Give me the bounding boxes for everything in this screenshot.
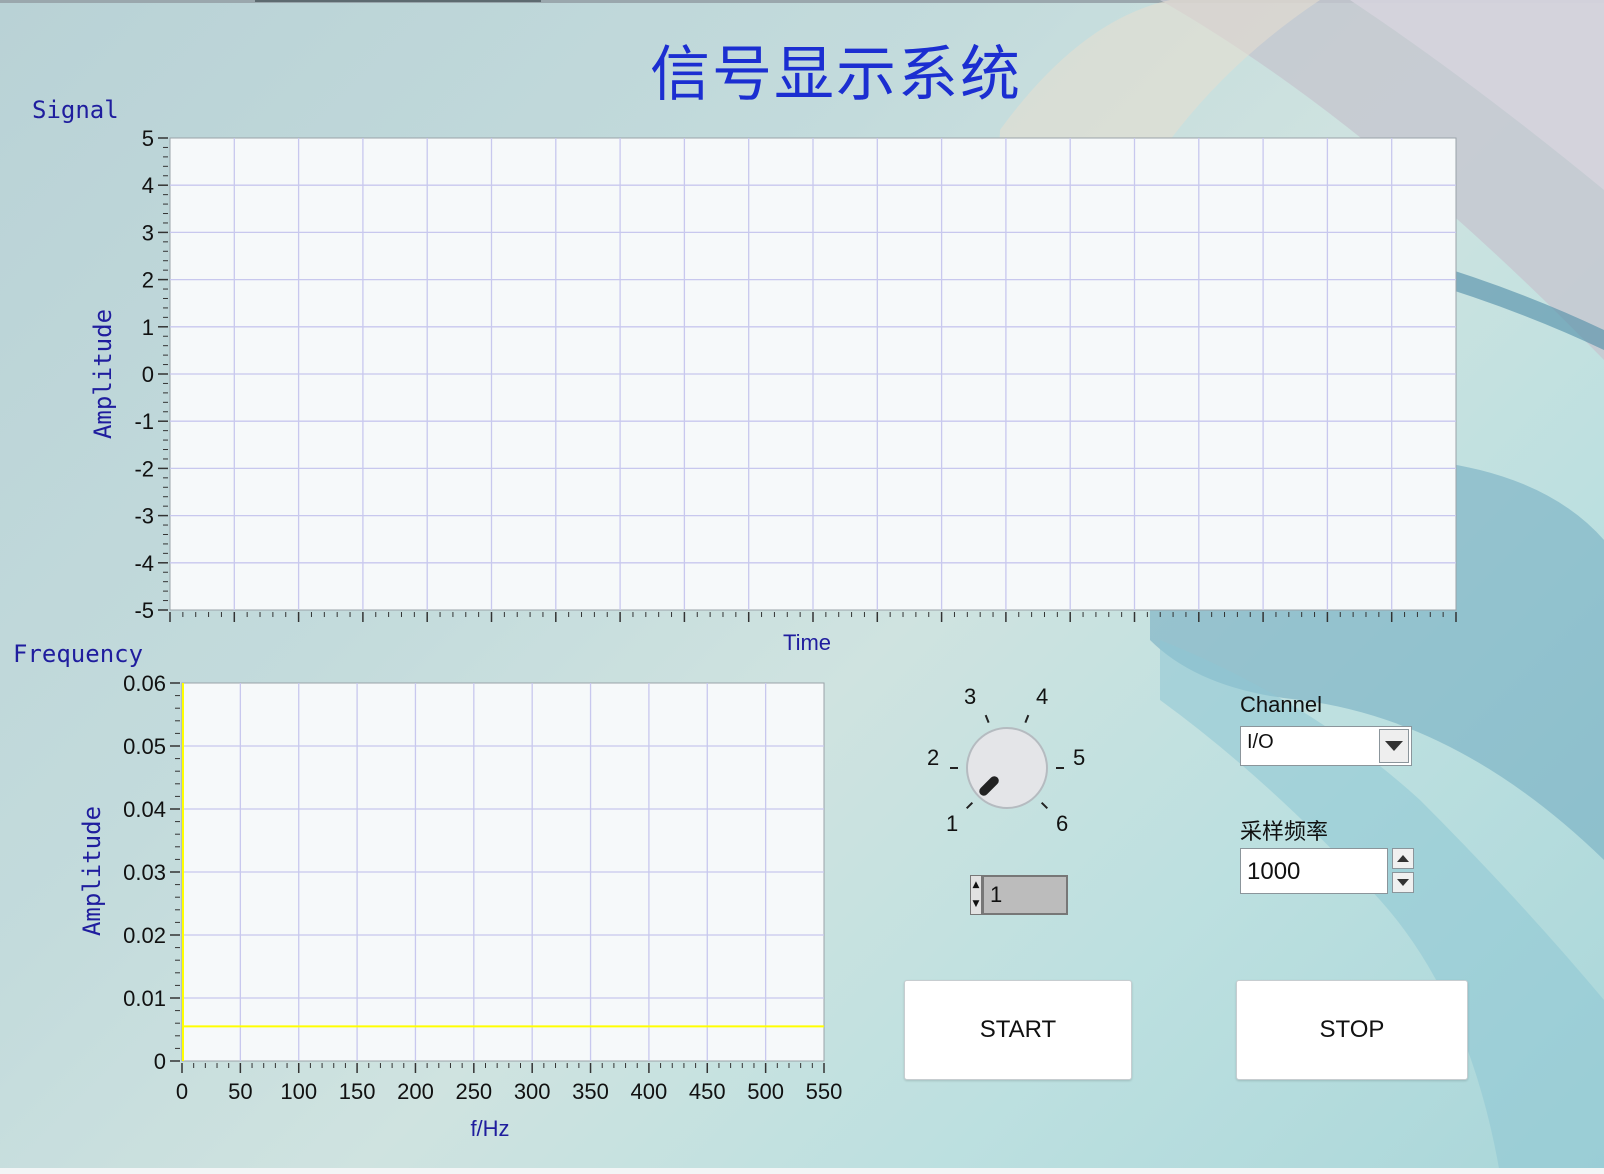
knob-label-6: 6 [1056, 811, 1069, 836]
frequency-x-tick-label: 50 [228, 1079, 252, 1104]
triangle-up-icon[interactable] [1392, 848, 1414, 869]
sample-rate-input[interactable]: 1000 [1240, 848, 1388, 894]
signal-y-tick-label: 1 [142, 315, 154, 340]
signal-y-tick-label: 4 [142, 173, 154, 198]
frequency-x-tick-label: 550 [806, 1079, 843, 1104]
signal-y-tick-label: -2 [134, 456, 154, 481]
signal-y-tick-label: -5 [134, 598, 154, 623]
frequency-y-axis-label: Amplitude [78, 806, 106, 936]
frequency-x-tick-label: 450 [689, 1079, 726, 1104]
signal-y-tick-label: -4 [134, 551, 154, 576]
knob-tick [984, 714, 990, 723]
frequency-x-tick-label: 400 [631, 1079, 668, 1104]
frequency-x-tick-label: 0 [176, 1079, 188, 1104]
stop-button[interactable]: STOP [1236, 980, 1468, 1080]
frequency-x-tick-label: 200 [397, 1079, 434, 1104]
frequency-y-tick-label: 0.01 [123, 986, 166, 1011]
knob-value-spinner[interactable]: ▲ ▼ [970, 875, 982, 915]
signal-y-axis-label: Amplitude [89, 309, 117, 439]
signal-y-tick-label: 5 [142, 126, 154, 151]
signal-graph: 5 4 3 2 1 0 -1 -2 -3 -4 -5 [134, 126, 1457, 623]
knob-label-1: 1 [946, 811, 959, 836]
knob-label-3: 3 [964, 684, 977, 709]
chevron-down-icon[interactable] [1379, 729, 1409, 763]
channel-knob[interactable] [950, 714, 1064, 810]
channel-value: I/O [1247, 731, 1274, 753]
signal-y-tick-label: -1 [134, 409, 154, 434]
frequency-y-tick-label: 0.02 [123, 923, 166, 948]
frequency-x-tick-label: 300 [514, 1079, 551, 1104]
knob-tick [1040, 801, 1049, 810]
frequency-y-tick-label: 0 [154, 1049, 166, 1074]
channel-select[interactable]: I/O [1240, 726, 1412, 766]
frequency-x-tick-label: 100 [280, 1079, 317, 1104]
frequency-y-tick-label: 0.05 [123, 734, 166, 759]
knob-value-display[interactable]: 1 [982, 875, 1068, 915]
knob-tick [965, 801, 974, 810]
frequency-graph: 0 50 100 150 200 250 300 350 400 450 500 550 0.06 0.0… [123, 671, 842, 1104]
knob-dial[interactable] [966, 727, 1048, 809]
start-button[interactable]: START [904, 980, 1132, 1080]
knob-label-4: 4 [1036, 684, 1049, 709]
frequency-y-tick-label: 0.03 [123, 860, 166, 885]
knob-label-5: 5 [1073, 745, 1086, 770]
frequency-x-tick-label: 150 [339, 1079, 376, 1104]
signal-y-tick-label: -3 [134, 504, 154, 529]
frequency-x-tick-label: 250 [455, 1079, 492, 1104]
frequency-x-tick-label: 350 [572, 1079, 609, 1104]
sample-rate-label: 采样频率 [1240, 819, 1329, 844]
channel-label: Channel [1240, 692, 1322, 717]
signal-x-axis-label: Time [783, 630, 831, 655]
signal-y-tick-label: 2 [142, 268, 154, 293]
knob-label-2: 2 [927, 745, 940, 770]
triangle-down-icon[interactable] [1392, 872, 1414, 893]
frequency-y-tick-label: 0.06 [123, 671, 166, 696]
frequency-x-tick-label: 500 [747, 1079, 784, 1104]
signal-y-tick-label: 0 [142, 362, 154, 387]
signal-y-tick-label: 3 [142, 220, 154, 245]
frequency-x-axis-label: f/Hz [470, 1116, 509, 1141]
knob-tick [1024, 714, 1030, 723]
frequency-y-tick-label: 0.04 [123, 797, 166, 822]
window-bottom-bar [0, 1168, 1604, 1174]
